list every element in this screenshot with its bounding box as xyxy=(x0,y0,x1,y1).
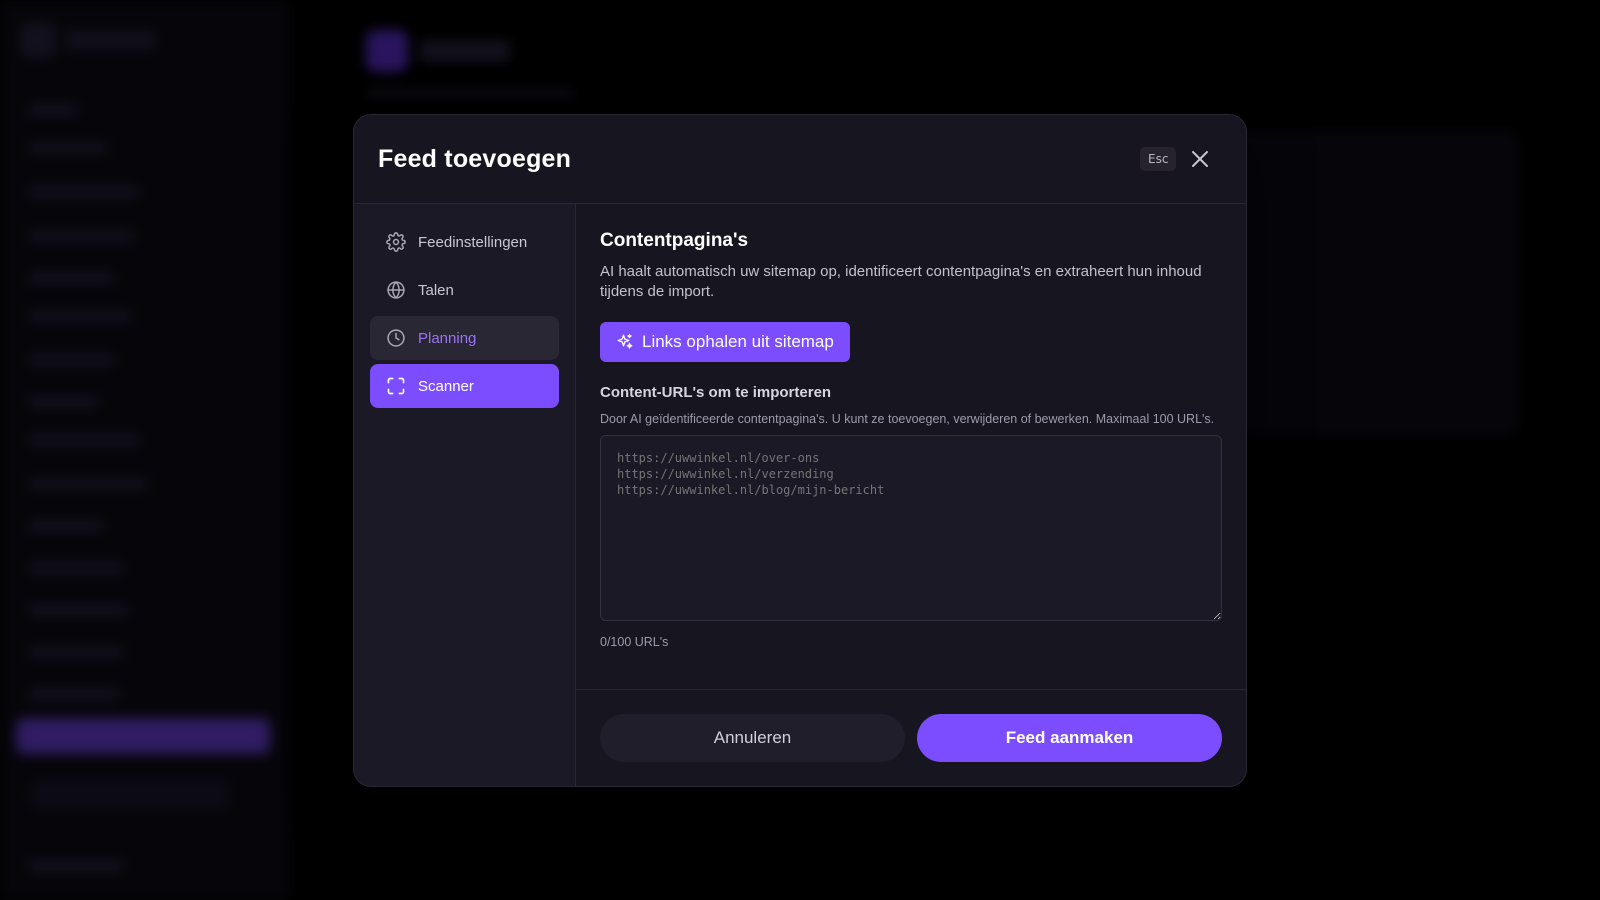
modal-footer: Annuleren Feed aanmaken xyxy=(576,689,1246,786)
add-feed-modal: Feed toevoegen Esc Feedinstellingen Tale… xyxy=(353,114,1247,787)
nav-item-label: Feedinstellingen xyxy=(418,233,528,251)
scanner-content: Contentpagina's AI haalt automatisch uw … xyxy=(576,204,1246,786)
sparkles-icon xyxy=(617,333,633,349)
modal-title: Feed toevoegen xyxy=(378,144,572,173)
background-active-item xyxy=(16,718,270,754)
background-page-title xyxy=(420,40,510,62)
esc-shortcut-badge: Esc xyxy=(1140,147,1177,171)
close-icon xyxy=(1192,151,1208,167)
nav-item-label: Talen xyxy=(418,281,454,299)
globe-icon xyxy=(387,281,405,299)
close-button[interactable] xyxy=(1184,143,1216,175)
scan-frame-icon xyxy=(387,377,405,395)
nav-item-scanner[interactable]: Scanner xyxy=(370,364,559,408)
clock-icon xyxy=(387,329,405,347)
content-urls-label: Content-URL's om te importeren xyxy=(600,384,832,401)
nav-item-label: Scanner xyxy=(418,377,474,395)
nav-item-planning[interactable]: Planning xyxy=(370,316,559,360)
section-description: AI haalt automatisch uw sitemap op, iden… xyxy=(600,263,1202,300)
cancel-button[interactable]: Annuleren xyxy=(600,714,905,762)
fetch-sitemap-links-label: Links ophalen uit sitemap xyxy=(642,332,834,351)
section-title: Contentpagina's xyxy=(600,230,749,251)
modal-side-nav: Feedinstellingen Talen Planning Scanner xyxy=(354,204,576,786)
nav-item-talen[interactable]: Talen xyxy=(370,268,559,312)
content-urls-help: Door AI geïdentificeerde contentpagina's… xyxy=(600,412,1215,426)
background-page-subtitle xyxy=(366,88,576,98)
background-card xyxy=(1230,130,1520,435)
create-feed-button[interactable]: Feed aanmaken xyxy=(917,714,1222,762)
background-sidebar xyxy=(0,0,290,900)
nav-item-feedinstellingen[interactable]: Feedinstellingen xyxy=(370,220,559,264)
background-page-icon xyxy=(366,30,408,72)
modal-body: Feedinstellingen Talen Planning Scanner … xyxy=(354,204,1246,786)
gear-icon xyxy=(386,232,406,252)
background-user-card xyxy=(30,780,230,810)
content-urls-textarea[interactable] xyxy=(600,435,1222,621)
url-counter: 0/100 URL's xyxy=(600,635,669,649)
modal-header: Feed toevoegen Esc xyxy=(354,115,1246,204)
fetch-sitemap-links-button[interactable]: Links ophalen uit sitemap xyxy=(600,322,850,362)
nav-item-label: Planning xyxy=(418,329,477,347)
background-logo xyxy=(20,22,156,58)
